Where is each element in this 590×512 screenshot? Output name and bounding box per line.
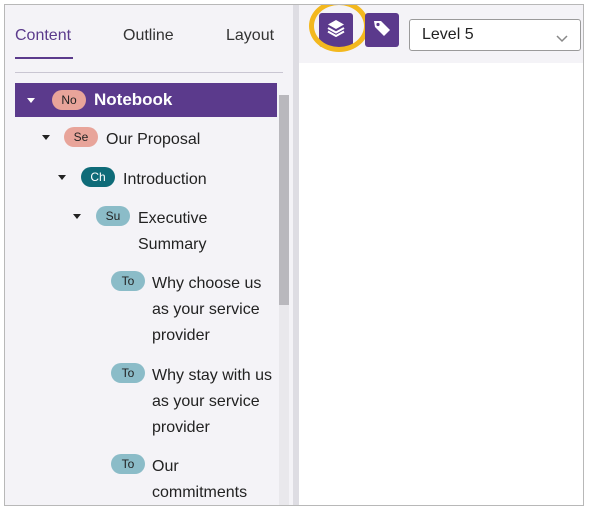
label-line: Why stay with us bbox=[152, 367, 273, 384]
tag-icon bbox=[373, 19, 391, 42]
label-line: as your service bbox=[152, 393, 260, 410]
label-line: as your service bbox=[152, 301, 260, 318]
tree-node-label: Our commitments bbox=[152, 454, 248, 505]
tree-node-subsection[interactable]: Su Executive Summary bbox=[73, 206, 207, 258]
label-line: Our bbox=[152, 458, 179, 475]
label-line: provider bbox=[152, 327, 210, 344]
layers-icon bbox=[327, 19, 345, 42]
chapter-badge: Ch bbox=[81, 167, 115, 187]
tree-node-topic[interactable]: To Why stay with us as your service prov… bbox=[111, 363, 272, 441]
label-line: Executive bbox=[138, 210, 208, 227]
tree-scrollbar[interactable] bbox=[279, 95, 289, 505]
right-panel: Level 5 bbox=[299, 5, 583, 505]
tab-layout[interactable]: Layout bbox=[226, 27, 274, 45]
tree-node-topic[interactable]: To Why choose us as your service provide… bbox=[111, 271, 261, 349]
topic-badge: To bbox=[111, 271, 145, 291]
subsection-badge: Su bbox=[96, 206, 130, 226]
topic-badge: To bbox=[111, 363, 145, 383]
tag-button[interactable] bbox=[365, 13, 399, 47]
tree-node-label: Notebook bbox=[94, 90, 173, 109]
tabs-divider bbox=[15, 72, 283, 73]
level-select[interactable]: Level 5 bbox=[409, 19, 581, 51]
layers-button[interactable] bbox=[319, 13, 353, 47]
tree-node-chapter[interactable]: Ch Introduction bbox=[58, 167, 207, 193]
panel-tabs: Content Outline Layout bbox=[5, 5, 293, 63]
collapse-caret-icon[interactable] bbox=[42, 135, 50, 140]
tree-node-section[interactable]: Se Our Proposal bbox=[42, 127, 200, 153]
tree-node-label: Why stay with us as your service provide… bbox=[152, 363, 272, 441]
toolbar: Level 5 bbox=[299, 5, 583, 63]
left-panel: Content Outline Layout No Notebook Se Ou… bbox=[5, 5, 293, 505]
tree-node-notebook[interactable]: No Notebook bbox=[15, 83, 277, 117]
tree-node-label: Why choose us as your service provider bbox=[152, 271, 261, 349]
collapse-caret-icon[interactable] bbox=[27, 97, 35, 103]
level-select-value: Level 5 bbox=[422, 26, 474, 43]
section-badge: Se bbox=[64, 127, 98, 147]
active-tab-indicator bbox=[15, 57, 73, 59]
label-line: Summary bbox=[138, 236, 207, 253]
label-line: provider bbox=[152, 419, 210, 436]
collapse-caret-icon[interactable] bbox=[58, 175, 66, 180]
tab-outline[interactable]: Outline bbox=[123, 27, 174, 45]
tree-node-label: Our Proposal bbox=[106, 131, 201, 148]
label-line: Why choose us bbox=[152, 275, 262, 292]
tree-node-label: Executive Summary bbox=[138, 206, 207, 258]
content-tree: No Notebook Se Our Proposal Ch Introduct… bbox=[15, 79, 277, 505]
notebook-badge: No bbox=[52, 90, 86, 110]
tree-node-topic[interactable]: To Our commitments bbox=[111, 454, 248, 505]
label-line: commitments bbox=[152, 484, 248, 501]
chevron-down-icon bbox=[556, 30, 568, 48]
scrollbar-thumb[interactable] bbox=[279, 95, 289, 305]
collapse-caret-icon[interactable] bbox=[73, 214, 81, 219]
tab-content[interactable]: Content bbox=[15, 27, 71, 45]
tree-node-label: Introduction bbox=[123, 171, 207, 188]
topic-badge: To bbox=[111, 454, 145, 474]
app-frame: Content Outline Layout No Notebook Se Ou… bbox=[4, 4, 584, 506]
